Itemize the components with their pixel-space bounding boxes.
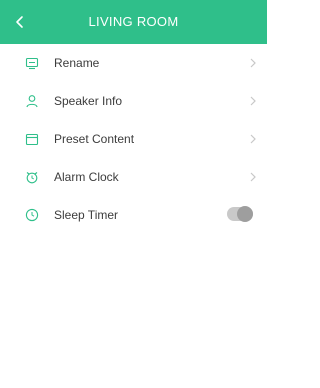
menu-item-label: Alarm Clock bbox=[54, 170, 119, 184]
page-title: LIVING ROOM bbox=[88, 14, 179, 29]
menu-item-preset-content[interactable]: Preset Content bbox=[0, 120, 267, 158]
person-icon bbox=[24, 93, 40, 109]
sleep-timer-toggle[interactable] bbox=[227, 206, 253, 222]
folder-icon bbox=[24, 131, 40, 147]
chevron-right-icon bbox=[250, 134, 256, 144]
alarm-clock-icon bbox=[24, 169, 40, 185]
menu-item-sleep-timer: Sleep Timer bbox=[0, 196, 267, 234]
chevron-right-icon bbox=[250, 172, 256, 182]
rename-icon bbox=[24, 55, 40, 71]
toggle-knob bbox=[237, 206, 253, 222]
settings-menu: Rename Speaker Info Preset Content Alarm… bbox=[0, 44, 267, 234]
chevron-left-icon bbox=[16, 16, 23, 28]
back-button[interactable] bbox=[6, 8, 34, 36]
menu-item-rename[interactable]: Rename bbox=[0, 44, 267, 82]
menu-item-speaker-info[interactable]: Speaker Info bbox=[0, 82, 267, 120]
timer-icon bbox=[24, 207, 40, 223]
chevron-right-icon bbox=[250, 96, 256, 106]
menu-item-alarm-clock[interactable]: Alarm Clock bbox=[0, 158, 267, 196]
menu-item-label: Speaker Info bbox=[54, 94, 123, 108]
menu-item-label: Rename bbox=[54, 56, 100, 70]
menu-item-label: Preset Content bbox=[54, 132, 135, 146]
title-bar: LIVING ROOM bbox=[0, 0, 267, 44]
chevron-right-icon bbox=[250, 58, 256, 68]
